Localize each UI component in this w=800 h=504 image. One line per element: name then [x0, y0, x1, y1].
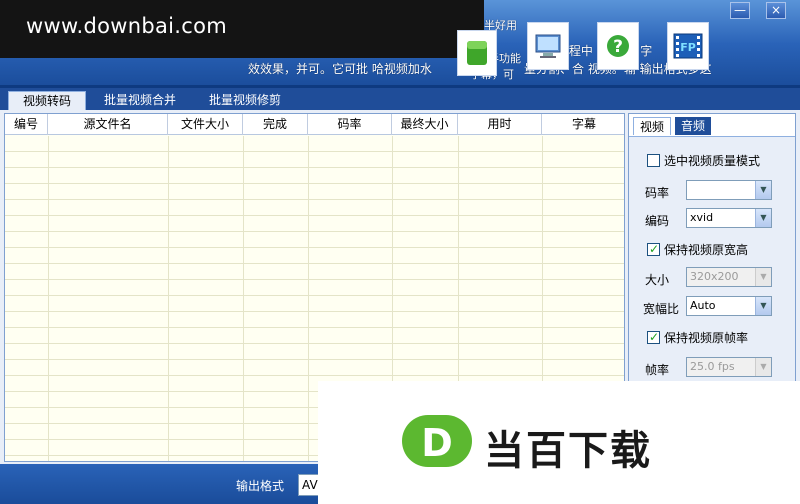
column-header-time[interactable]: 用时	[458, 114, 542, 135]
close-icon: ×	[770, 3, 782, 17]
size-label: 大小	[645, 273, 670, 287]
column-divider	[48, 136, 49, 461]
chevron-down-icon[interactable]: ▼	[755, 209, 771, 227]
chevron-down-icon[interactable]: ▼	[755, 181, 771, 199]
brand-logo-letter: D	[421, 421, 453, 465]
column-header-file-size[interactable]: 文件大小	[168, 114, 243, 135]
aspect-label: 宽幅比	[643, 302, 680, 316]
aspect-value: Auto	[690, 299, 716, 312]
tab-batch-merge[interactable]: 批量视频合并	[92, 91, 188, 110]
keep-size-checkbox[interactable]: 保持视频原宽高	[647, 241, 749, 258]
codec-select[interactable]: xvid ▼	[686, 208, 772, 228]
film-fp-icon: FP	[673, 33, 703, 59]
size-select: 320x200 ▼	[686, 267, 772, 287]
checkbox-box[interactable]	[647, 329, 660, 345]
fps-select: 25.0 fps ▼	[686, 357, 772, 377]
tab-audio-settings[interactable]: 音频	[675, 117, 712, 135]
tab-batch-trim[interactable]: 批量视频修剪	[197, 91, 293, 110]
chevron-down-icon: ▼	[755, 268, 771, 286]
green-flag-icon	[467, 41, 487, 65]
keep-size-label: 保持视频原宽高	[664, 243, 749, 257]
fps-value: 25.0 fps	[690, 360, 735, 373]
brand-watermark: D 当百下载	[318, 381, 800, 504]
tab-video-settings[interactable]: 视频	[633, 117, 672, 135]
output-format-label: 输出格式	[236, 479, 285, 493]
checkbox-box[interactable]	[647, 241, 660, 257]
help-question-icon: ?	[607, 35, 629, 57]
chevron-down-icon[interactable]: ▼	[755, 297, 771, 315]
column-header-done[interactable]: 完成	[243, 114, 308, 135]
quality-mode-label: 选中视频质量模式	[664, 154, 761, 168]
keep-fps-label: 保持视频原帧率	[664, 331, 749, 345]
quality-mode-checkbox[interactable]: 选中视频质量模式	[647, 153, 760, 169]
bitrate-select[interactable]: ▼	[686, 180, 772, 200]
keep-fps-checkbox[interactable]: 保持视频原帧率	[647, 329, 749, 346]
toolbar-button-4[interactable]: FP	[667, 22, 709, 70]
bitrate-label: 码率	[645, 186, 670, 200]
site-watermark: www.downbai.com	[0, 0, 484, 58]
chevron-down-icon: ▼	[755, 358, 771, 376]
fps-label: 帧率	[645, 363, 670, 377]
close-button[interactable]: ×	[766, 2, 786, 19]
aspect-select[interactable]: Auto ▼	[686, 296, 772, 316]
size-value: 320x200	[690, 270, 739, 283]
column-divider	[243, 136, 244, 461]
table-header: 编号 源文件名 文件大小 完成 码率 最终大小 用时 字幕	[5, 114, 624, 135]
marquee-text-1: 效效果，并可。它可批 哈视频加水	[248, 62, 432, 76]
toolbar-button-2[interactable]	[527, 22, 569, 70]
brand-logo-icon: D	[402, 415, 472, 467]
title-header: www.downbai.com 效效果，并可。它可批 哈视频加水 半好用 半功能…	[0, 0, 800, 88]
checkbox-box[interactable]	[647, 154, 660, 167]
column-header-final-size[interactable]: 最终大小	[392, 114, 458, 135]
minimize-button[interactable]: —	[730, 2, 750, 19]
output-format-value: AV	[302, 478, 318, 492]
svg-text:FP: FP	[680, 41, 696, 54]
codec-value: xvid	[690, 211, 714, 224]
column-header-index[interactable]: 编号	[5, 114, 48, 135]
minimize-icon: —	[734, 3, 746, 17]
column-header-subtitle[interactable]: 字幕	[542, 114, 624, 135]
column-divider	[168, 136, 169, 461]
tab-video-transcode[interactable]: 视频转码	[8, 91, 86, 110]
column-header-source-file[interactable]: 源文件名	[48, 114, 168, 135]
column-divider	[308, 136, 309, 461]
codec-label: 编码	[645, 214, 670, 228]
column-header-bitrate[interactable]: 码率	[308, 114, 392, 135]
monitor-icon	[535, 34, 561, 58]
svg-text:?: ?	[613, 37, 623, 57]
toolbar-button-3[interactable]: ?	[597, 22, 639, 70]
toolbar-button-1[interactable]	[457, 30, 497, 76]
brand-name: 当百下载	[484, 428, 652, 474]
main-tab-bar: 视频转码 批量视频合并 批量视频修剪	[0, 88, 800, 110]
watermark-site-text: www.downbai.com	[26, 14, 227, 38]
